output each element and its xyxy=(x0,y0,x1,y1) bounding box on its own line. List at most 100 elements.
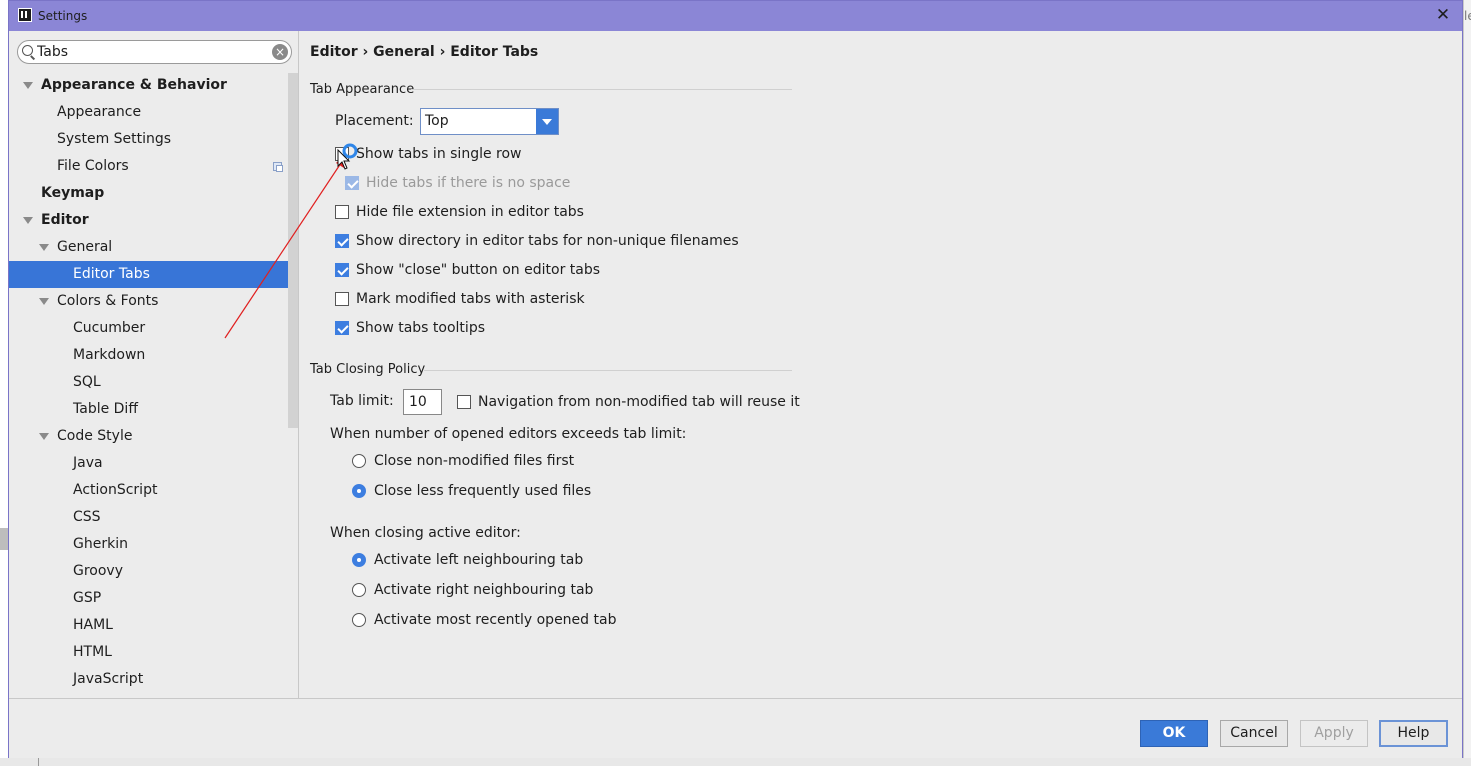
tab-limit-label: Tab limit: xyxy=(330,393,394,409)
tree-item-groovy[interactable]: Groovy xyxy=(9,558,298,585)
search-icon xyxy=(22,45,33,56)
tree-item-label: CSS xyxy=(73,509,101,525)
tree-item-java[interactable]: Java xyxy=(9,450,298,477)
tree-item-actionscript[interactable]: ActionScript xyxy=(9,477,298,504)
tab-limit-input[interactable]: 10 xyxy=(403,389,442,415)
cancel-button[interactable]: Cancel xyxy=(1220,720,1288,747)
closing-active-label: When closing active editor: xyxy=(330,525,521,541)
background-divider xyxy=(38,758,39,766)
tree-item-html[interactable]: HTML xyxy=(9,639,298,666)
tree-item-label: JavaScript xyxy=(73,671,144,687)
tree-item-markdown[interactable]: Markdown xyxy=(9,342,298,369)
tree-item-system-settings[interactable]: System Settings xyxy=(9,126,298,153)
option-label: Mark modified tabs with asterisk xyxy=(356,291,585,307)
tree-item-file-colors[interactable]: File Colors xyxy=(9,153,298,180)
tree-item-gherkin[interactable]: Gherkin xyxy=(9,531,298,558)
tree-item-label: Editor xyxy=(41,212,89,228)
breadcrumb: Editor › General › Editor Tabs xyxy=(310,44,539,60)
tree-item-appearance[interactable]: Appearance xyxy=(9,99,298,126)
help-button[interactable]: Help xyxy=(1379,720,1448,747)
placement-label: Placement: xyxy=(335,113,414,129)
tree-item-label: Keymap xyxy=(41,185,105,201)
tree-item-code-style[interactable]: Code Style xyxy=(9,423,298,450)
expand-arrow-icon[interactable] xyxy=(23,217,33,224)
project-level-icon xyxy=(273,162,283,172)
tree-item-label: Java xyxy=(73,455,103,471)
radio-button[interactable] xyxy=(352,613,366,627)
radio-button[interactable] xyxy=(352,454,366,468)
tree-item-label: Gherkin xyxy=(73,536,128,552)
ok-button[interactable]: OK xyxy=(1140,720,1208,747)
tree-item-cucumber[interactable]: Cucumber xyxy=(9,315,298,342)
settings-search[interactable]: × xyxy=(17,40,292,64)
tree-item-label: File Colors xyxy=(57,158,129,174)
option-label: Show tabs in single row xyxy=(356,146,522,162)
radio-button[interactable] xyxy=(352,583,366,597)
tree-item-table-diff[interactable]: Table Diff xyxy=(9,396,298,423)
radio-label: Close less frequently used files xyxy=(374,483,592,499)
settings-tree: Appearance & Behavior Appearance System … xyxy=(9,72,298,693)
radio-button[interactable] xyxy=(352,553,366,567)
tree-item-label: Markdown xyxy=(73,347,146,363)
option-label: Hide tabs if there is no space xyxy=(366,175,571,191)
clear-search-icon[interactable]: × xyxy=(272,44,288,60)
tree-item-label: Appearance & Behavior xyxy=(41,77,227,93)
expand-arrow-icon[interactable] xyxy=(23,82,33,89)
expand-arrow-icon[interactable] xyxy=(39,244,49,251)
tree-item-css[interactable]: CSS xyxy=(9,504,298,531)
expand-arrow-icon[interactable] xyxy=(39,298,49,305)
option-label: Show directory in editor tabs for non-un… xyxy=(356,233,739,249)
tree-item-label: HTML xyxy=(73,644,112,660)
tree-item-editor[interactable]: Editor xyxy=(9,207,298,234)
checkbox[interactable] xyxy=(335,147,349,161)
tree-item-editor-tabs[interactable]: Editor Tabs xyxy=(9,261,298,288)
tree-item-label: Appearance xyxy=(57,104,142,120)
tree-item-sql[interactable]: SQL xyxy=(9,369,298,396)
expand-arrow-icon[interactable] xyxy=(39,433,49,440)
tree-item-appearance-behavior[interactable]: Appearance & Behavior xyxy=(9,72,298,99)
checkbox xyxy=(345,176,359,190)
checkbox[interactable] xyxy=(335,292,349,306)
tree-item-label: General xyxy=(57,239,113,255)
placement-selected-value: Top xyxy=(425,113,449,129)
tree-scrollbar[interactable] xyxy=(288,73,298,428)
close-icon[interactable]: ✕ xyxy=(1432,4,1454,26)
tree-item-colors-fonts[interactable]: Colors & Fonts xyxy=(9,288,298,315)
checkbox[interactable] xyxy=(335,205,349,219)
checkbox[interactable] xyxy=(335,321,349,335)
option-label: Show "close" button on editor tabs xyxy=(356,262,601,278)
tree-item-general[interactable]: General xyxy=(9,234,298,261)
tree-item-haml[interactable]: HAML xyxy=(9,612,298,639)
radio-label: Activate right neighbouring tab xyxy=(374,582,594,598)
checkbox[interactable] xyxy=(457,395,471,409)
section-divider xyxy=(424,370,792,371)
tree-item-label: Colors & Fonts xyxy=(57,293,159,309)
placement-dropdown[interactable]: Top xyxy=(420,108,559,135)
tree-item-label: GSP xyxy=(73,590,102,606)
background-bottom xyxy=(0,758,1471,766)
checkbox[interactable] xyxy=(335,234,349,248)
tree-item-label: ActionScript xyxy=(73,482,158,498)
dialog-footer: OK Cancel Apply Help xyxy=(9,698,1462,758)
tree-item-label: System Settings xyxy=(57,131,172,147)
apply-button[interactable]: Apply xyxy=(1300,720,1368,747)
tree-item-label: SQL xyxy=(73,374,101,390)
option-label: Navigation from non-modified tab will re… xyxy=(478,394,800,410)
tree-item-label: Groovy xyxy=(73,563,123,579)
tree-item-label: Editor Tabs xyxy=(73,266,150,282)
title-bar[interactable]: Settings ✕ xyxy=(9,1,1462,31)
radio-button[interactable] xyxy=(352,484,366,498)
radio-label: Close non-modified files first xyxy=(374,453,575,469)
chevron-down-icon[interactable] xyxy=(536,109,558,134)
tree-item-gsp[interactable]: GSP xyxy=(9,585,298,612)
section-title-tab-appearance: Tab Appearance xyxy=(310,82,415,97)
radio-label: Activate left neighbouring tab xyxy=(374,552,584,568)
settings-content-pane: Editor › General › Editor Tabs Tab Appea… xyxy=(300,31,1462,698)
tree-item-javascript[interactable]: JavaScript xyxy=(9,666,298,693)
window-title: Settings xyxy=(38,9,88,23)
checkbox[interactable] xyxy=(335,263,349,277)
background-window-edge xyxy=(1463,0,1471,766)
tree-item-keymap[interactable]: Keymap xyxy=(9,180,298,207)
search-input[interactable] xyxy=(37,43,267,61)
exceeds-limit-label: When number of opened editors exceeds ta… xyxy=(330,426,687,442)
